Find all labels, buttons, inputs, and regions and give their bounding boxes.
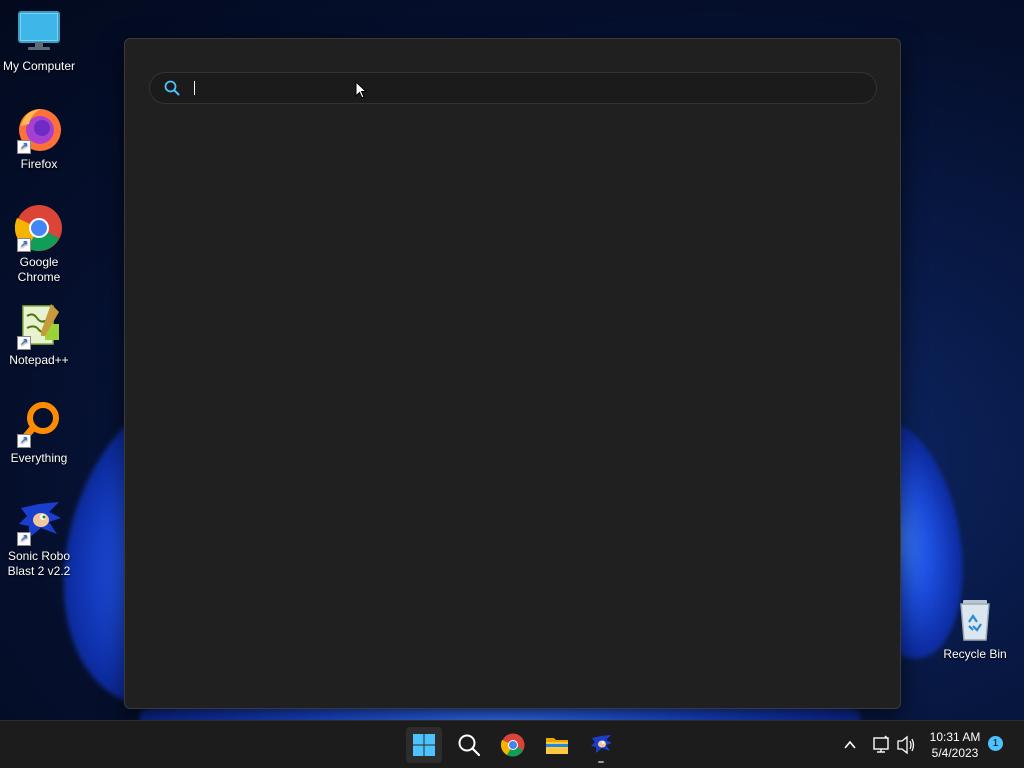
recycle-bin-icon xyxy=(951,596,999,644)
chevron-up-icon xyxy=(844,740,856,749)
network-button[interactable] xyxy=(872,721,890,768)
clock[interactable]: 10:31 AM 5/4/2023 xyxy=(920,729,990,761)
desktop-icon-label: Google Chrome xyxy=(17,255,61,284)
desktop-icon-label: Everything xyxy=(10,451,68,465)
desktop-icon-sonic[interactable]: ↗ Sonic Robo Blast 2 v2.2 xyxy=(1,498,77,579)
shortcut-arrow-icon: ↗ xyxy=(17,532,31,546)
shortcut-arrow-icon: ↗ xyxy=(17,140,31,154)
desktop-icon-notepadpp[interactable]: ↗ Notepad++ xyxy=(1,302,77,368)
desktop-icon-label: My Computer xyxy=(2,59,76,73)
start-button[interactable] xyxy=(406,727,442,763)
mouse-pointer-icon xyxy=(355,80,368,104)
running-indicator xyxy=(598,761,604,763)
taskbar-search-button[interactable] xyxy=(451,727,487,763)
taskbar-file-explorer-button[interactable] xyxy=(539,727,575,763)
taskbar: 10:31 AM 5/4/2023 xyxy=(0,720,1024,768)
search-icon xyxy=(164,80,180,101)
desktop-icon-my-computer[interactable]: My Computer xyxy=(1,8,77,74)
search-window xyxy=(124,38,901,709)
sonic-icon xyxy=(589,733,613,757)
text-caret xyxy=(194,81,195,95)
desktop-icon-everything[interactable]: ↗ Everything xyxy=(1,400,77,466)
tray-overflow-button[interactable] xyxy=(842,721,858,768)
desktop-icon-label: Recycle Bin xyxy=(943,647,1007,661)
taskbar-chrome-button[interactable] xyxy=(495,727,531,763)
clock-date: 5/4/2023 xyxy=(931,746,979,760)
search-box[interactable] xyxy=(149,72,877,104)
shortcut-arrow-icon: ↗ xyxy=(17,434,31,448)
everything-icon: ↗ xyxy=(15,400,63,448)
shortcut-arrow-icon: ↗ xyxy=(17,238,31,252)
firefox-icon: ↗ xyxy=(15,106,63,154)
search-input[interactable] xyxy=(192,77,856,99)
volume-button[interactable] xyxy=(896,721,916,768)
monitor-icon xyxy=(15,8,63,56)
windows-logo-icon xyxy=(412,733,436,757)
sonic-icon: ↗ xyxy=(15,498,63,546)
chrome-icon xyxy=(500,733,525,757)
speaker-icon xyxy=(897,735,915,755)
file-explorer-icon xyxy=(545,733,569,757)
desktop-icon-label: Firefox xyxy=(20,157,58,171)
desktop-icon-label: Notepad++ xyxy=(9,353,69,367)
desktop-icon-firefox[interactable]: ↗ Firefox xyxy=(1,106,77,172)
chrome-icon: ↗ xyxy=(14,204,63,252)
clock-time: 10:31 AM xyxy=(929,730,981,744)
desktop-icon-recycle-bin[interactable]: Recycle Bin xyxy=(937,596,1013,662)
network-icon xyxy=(873,735,889,753)
taskbar-sonic-button[interactable] xyxy=(583,727,619,763)
shortcut-arrow-icon: ↗ xyxy=(17,336,31,350)
notepadpp-icon: ↗ xyxy=(15,302,63,350)
search-icon xyxy=(457,733,481,757)
desktop-icon-chrome[interactable]: ↗ Google Chrome xyxy=(1,204,77,285)
notification-badge[interactable]: 1 xyxy=(988,736,1003,751)
desktop-icon-label: Sonic Robo Blast 2 v2.2 xyxy=(7,549,71,578)
